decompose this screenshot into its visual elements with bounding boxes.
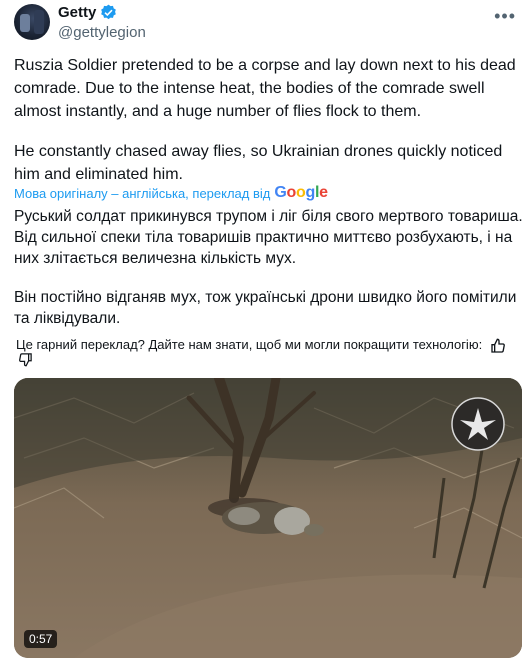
tweet-body: Ruszia Soldier pretended to be a corpse … — [14, 54, 522, 203]
translated-paragraph: Руський солдат прикинувся трупом і ліг б… — [14, 208, 523, 267]
translation-attribution-label: Мова оригіналу – англійська, переклад ві… — [14, 185, 271, 201]
translated-paragraph: Він постійно відганяв мух, тож українськ… — [14, 289, 517, 327]
author-handle[interactable]: @gettylegion — [58, 24, 146, 41]
thumbs-up-icon[interactable] — [490, 338, 506, 354]
translation-feedback: Це гарний переклад? Дайте нам знати, щоб… — [16, 336, 516, 354]
video-player[interactable]: 0:57 — [14, 378, 522, 658]
watermark-emblem-icon — [451, 397, 505, 451]
more-options-icon[interactable]: ••• — [494, 6, 516, 27]
avatar[interactable] — [14, 4, 50, 40]
thumbs-down-icon[interactable] — [18, 352, 33, 367]
avatar-figure-right — [34, 10, 44, 34]
translation-attribution[interactable]: Мова оригіналу – англійська, переклад ві… — [14, 184, 328, 202]
feedback-question: Це гарний переклад? Дайте нам знати, щоб… — [16, 337, 483, 352]
tweet-paragraph: Ruszia Soldier pretended to be a corpse … — [14, 57, 516, 120]
google-logo: Google — [274, 184, 328, 201]
author-display-name[interactable]: Getty — [58, 4, 96, 21]
verified-badge-icon — [101, 4, 117, 20]
video-frame — [14, 378, 522, 658]
author-name-row: Getty — [58, 4, 117, 21]
avatar-figure-left — [20, 14, 30, 32]
translated-body: Руський солдат прикинувся трупом і ліг б… — [14, 206, 526, 347]
tweet-paragraph: He constantly chased away flies, so Ukra… — [14, 143, 503, 183]
video-duration-badge: 0:57 — [24, 630, 58, 648]
